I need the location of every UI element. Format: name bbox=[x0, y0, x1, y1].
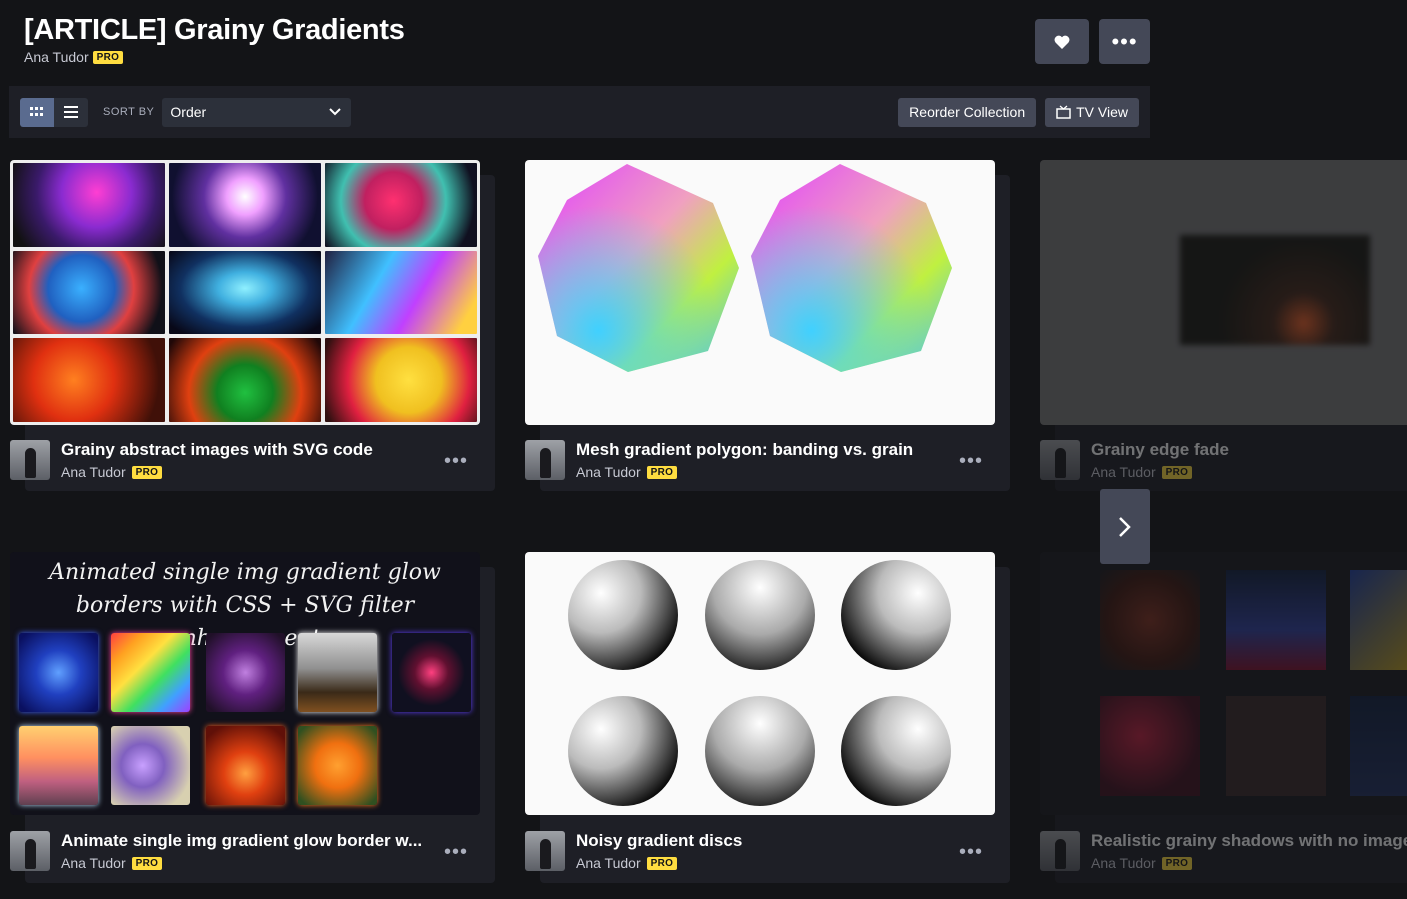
pen-meta: Grainy edge fade Ana Tudor PRO bbox=[1040, 440, 1407, 490]
pen-meta: Realistic grainy shadows with no image d… bbox=[1040, 831, 1407, 881]
pen-thumbnail[interactable] bbox=[525, 552, 995, 815]
grid-view-button[interactable] bbox=[20, 97, 54, 127]
pen-author-link[interactable]: Ana Tudor bbox=[576, 464, 641, 480]
author-link[interactable]: Ana Tudor bbox=[24, 49, 89, 65]
pen-meta: Noisy gradient discs Ana Tudor PRO ••• bbox=[525, 831, 1010, 881]
pen-author: Ana Tudor PRO bbox=[576, 855, 678, 871]
collection-toolbar: SORT BY Order Reorder Collection TV View bbox=[9, 86, 1150, 138]
pen-card: Grainy abstract images with SVG code Ana… bbox=[10, 160, 495, 491]
sort-by-label: SORT BY bbox=[103, 106, 155, 118]
glow-tile bbox=[111, 726, 190, 805]
edge-fade-image bbox=[1180, 235, 1370, 345]
glow-tile bbox=[19, 726, 98, 805]
pro-badge: PRO bbox=[131, 465, 163, 479]
pen-meta: Animate single img gradient glow border … bbox=[10, 831, 495, 881]
pen-title[interactable]: Animate single img gradient glow border … bbox=[61, 831, 422, 851]
pen-title[interactable]: Grainy abstract images with SVG code bbox=[61, 440, 373, 460]
glow-tile bbox=[298, 633, 377, 712]
glow-tile bbox=[392, 633, 471, 712]
tv-icon bbox=[1056, 105, 1071, 119]
pro-badge: PRO bbox=[646, 856, 678, 870]
avatar[interactable] bbox=[525, 440, 565, 480]
heart-icon bbox=[1054, 35, 1070, 49]
pen-more-icon[interactable]: ••• bbox=[444, 841, 468, 864]
glow-tile bbox=[206, 633, 285, 712]
pen-more-icon[interactable]: ••• bbox=[959, 841, 983, 864]
page-header: [ARTICLE] Grainy Gradients Ana Tudor PRO bbox=[24, 14, 405, 65]
pen-author: Ana Tudor PRO bbox=[1091, 855, 1193, 871]
glow-tile bbox=[206, 726, 285, 805]
pen-author-link[interactable]: Ana Tudor bbox=[61, 464, 126, 480]
pen-title[interactable]: Realistic grainy shadows with no image d bbox=[1091, 831, 1407, 851]
list-icon bbox=[64, 106, 78, 118]
polygon-graphic bbox=[538, 164, 952, 372]
pen-card: Animated single img gradient glow border… bbox=[10, 552, 495, 883]
pen-more-icon[interactable]: ••• bbox=[959, 450, 983, 473]
discs-graphic bbox=[568, 560, 951, 806]
heart-button[interactable] bbox=[1035, 19, 1089, 64]
pen-more-icon[interactable]: ••• bbox=[444, 450, 468, 473]
chevron-right-icon bbox=[1119, 516, 1131, 537]
glow-tile bbox=[19, 633, 98, 712]
pro-badge: PRO bbox=[1161, 465, 1193, 479]
pro-badge: PRO bbox=[646, 465, 678, 479]
pen-author: Ana Tudor PRO bbox=[61, 464, 163, 480]
pen-thumbnail[interactable] bbox=[1040, 160, 1407, 425]
pro-badge: PRO bbox=[131, 856, 163, 870]
tv-view-label: TV View bbox=[1076, 104, 1128, 120]
pen-author-link[interactable]: Ana Tudor bbox=[1091, 855, 1156, 871]
pen-meta: Grainy abstract images with SVG code Ana… bbox=[10, 440, 495, 490]
pen-author-link[interactable]: Ana Tudor bbox=[61, 855, 126, 871]
pen-card: Mesh gradient polygon: banding vs. grain… bbox=[525, 160, 1010, 491]
pen-card: Grainy edge fade Ana Tudor PRO bbox=[1040, 160, 1407, 491]
pen-author: Ana Tudor PRO bbox=[576, 464, 678, 480]
glow-tile bbox=[111, 633, 190, 712]
disc bbox=[568, 696, 678, 806]
tv-view-button[interactable]: TV View bbox=[1045, 97, 1139, 127]
pen-title[interactable]: Mesh gradient polygon: banding vs. grain bbox=[576, 440, 913, 460]
pen-meta: Mesh gradient polygon: banding vs. grain… bbox=[525, 440, 1010, 490]
pen-author-link[interactable]: Ana Tudor bbox=[1091, 464, 1156, 480]
pro-badge: PRO bbox=[92, 50, 124, 64]
pen-card: Noisy gradient discs Ana Tudor PRO ••• bbox=[525, 552, 1010, 883]
more-icon: ••• bbox=[1111, 28, 1138, 54]
pen-author: Ana Tudor PRO bbox=[1091, 464, 1193, 480]
more-options-button[interactable]: ••• bbox=[1099, 19, 1150, 64]
view-toggle bbox=[20, 97, 88, 127]
reorder-collection-button[interactable]: Reorder Collection bbox=[898, 97, 1037, 127]
grid-icon bbox=[30, 107, 43, 116]
pen-title[interactable]: Grainy edge fade bbox=[1091, 440, 1229, 460]
pen-author-link[interactable]: Ana Tudor bbox=[576, 855, 641, 871]
sort-select-value: Order bbox=[170, 104, 207, 120]
disc bbox=[568, 560, 678, 670]
list-view-button[interactable] bbox=[54, 97, 88, 127]
glow-tile bbox=[298, 726, 377, 805]
pen-author: Ana Tudor PRO bbox=[61, 855, 163, 871]
disc bbox=[705, 560, 815, 670]
pen-thumbnail[interactable]: Animated single img gradient glow border… bbox=[10, 552, 480, 815]
page-byline: Ana Tudor PRO bbox=[24, 49, 405, 65]
pen-thumbnail[interactable] bbox=[10, 160, 480, 425]
avatar[interactable] bbox=[10, 831, 50, 871]
chevron-down-icon bbox=[329, 108, 342, 116]
pen-title[interactable]: Noisy gradient discs bbox=[576, 831, 742, 851]
disc bbox=[705, 696, 815, 806]
avatar[interactable] bbox=[1040, 831, 1080, 871]
page-title: [ARTICLE] Grainy Gradients bbox=[24, 14, 405, 46]
pro-badge: PRO bbox=[1161, 856, 1193, 870]
avatar[interactable] bbox=[1040, 440, 1080, 480]
pen-thumbnail[interactable] bbox=[525, 160, 995, 425]
next-page-button[interactable] bbox=[1100, 489, 1150, 564]
pen-thumbnail[interactable] bbox=[1040, 552, 1407, 815]
disc bbox=[841, 696, 951, 806]
sort-select[interactable]: Order bbox=[162, 97, 352, 127]
pen-card: Realistic grainy shadows with no image d… bbox=[1040, 552, 1407, 883]
avatar[interactable] bbox=[525, 831, 565, 871]
disc bbox=[841, 560, 951, 670]
avatar[interactable] bbox=[10, 440, 50, 480]
